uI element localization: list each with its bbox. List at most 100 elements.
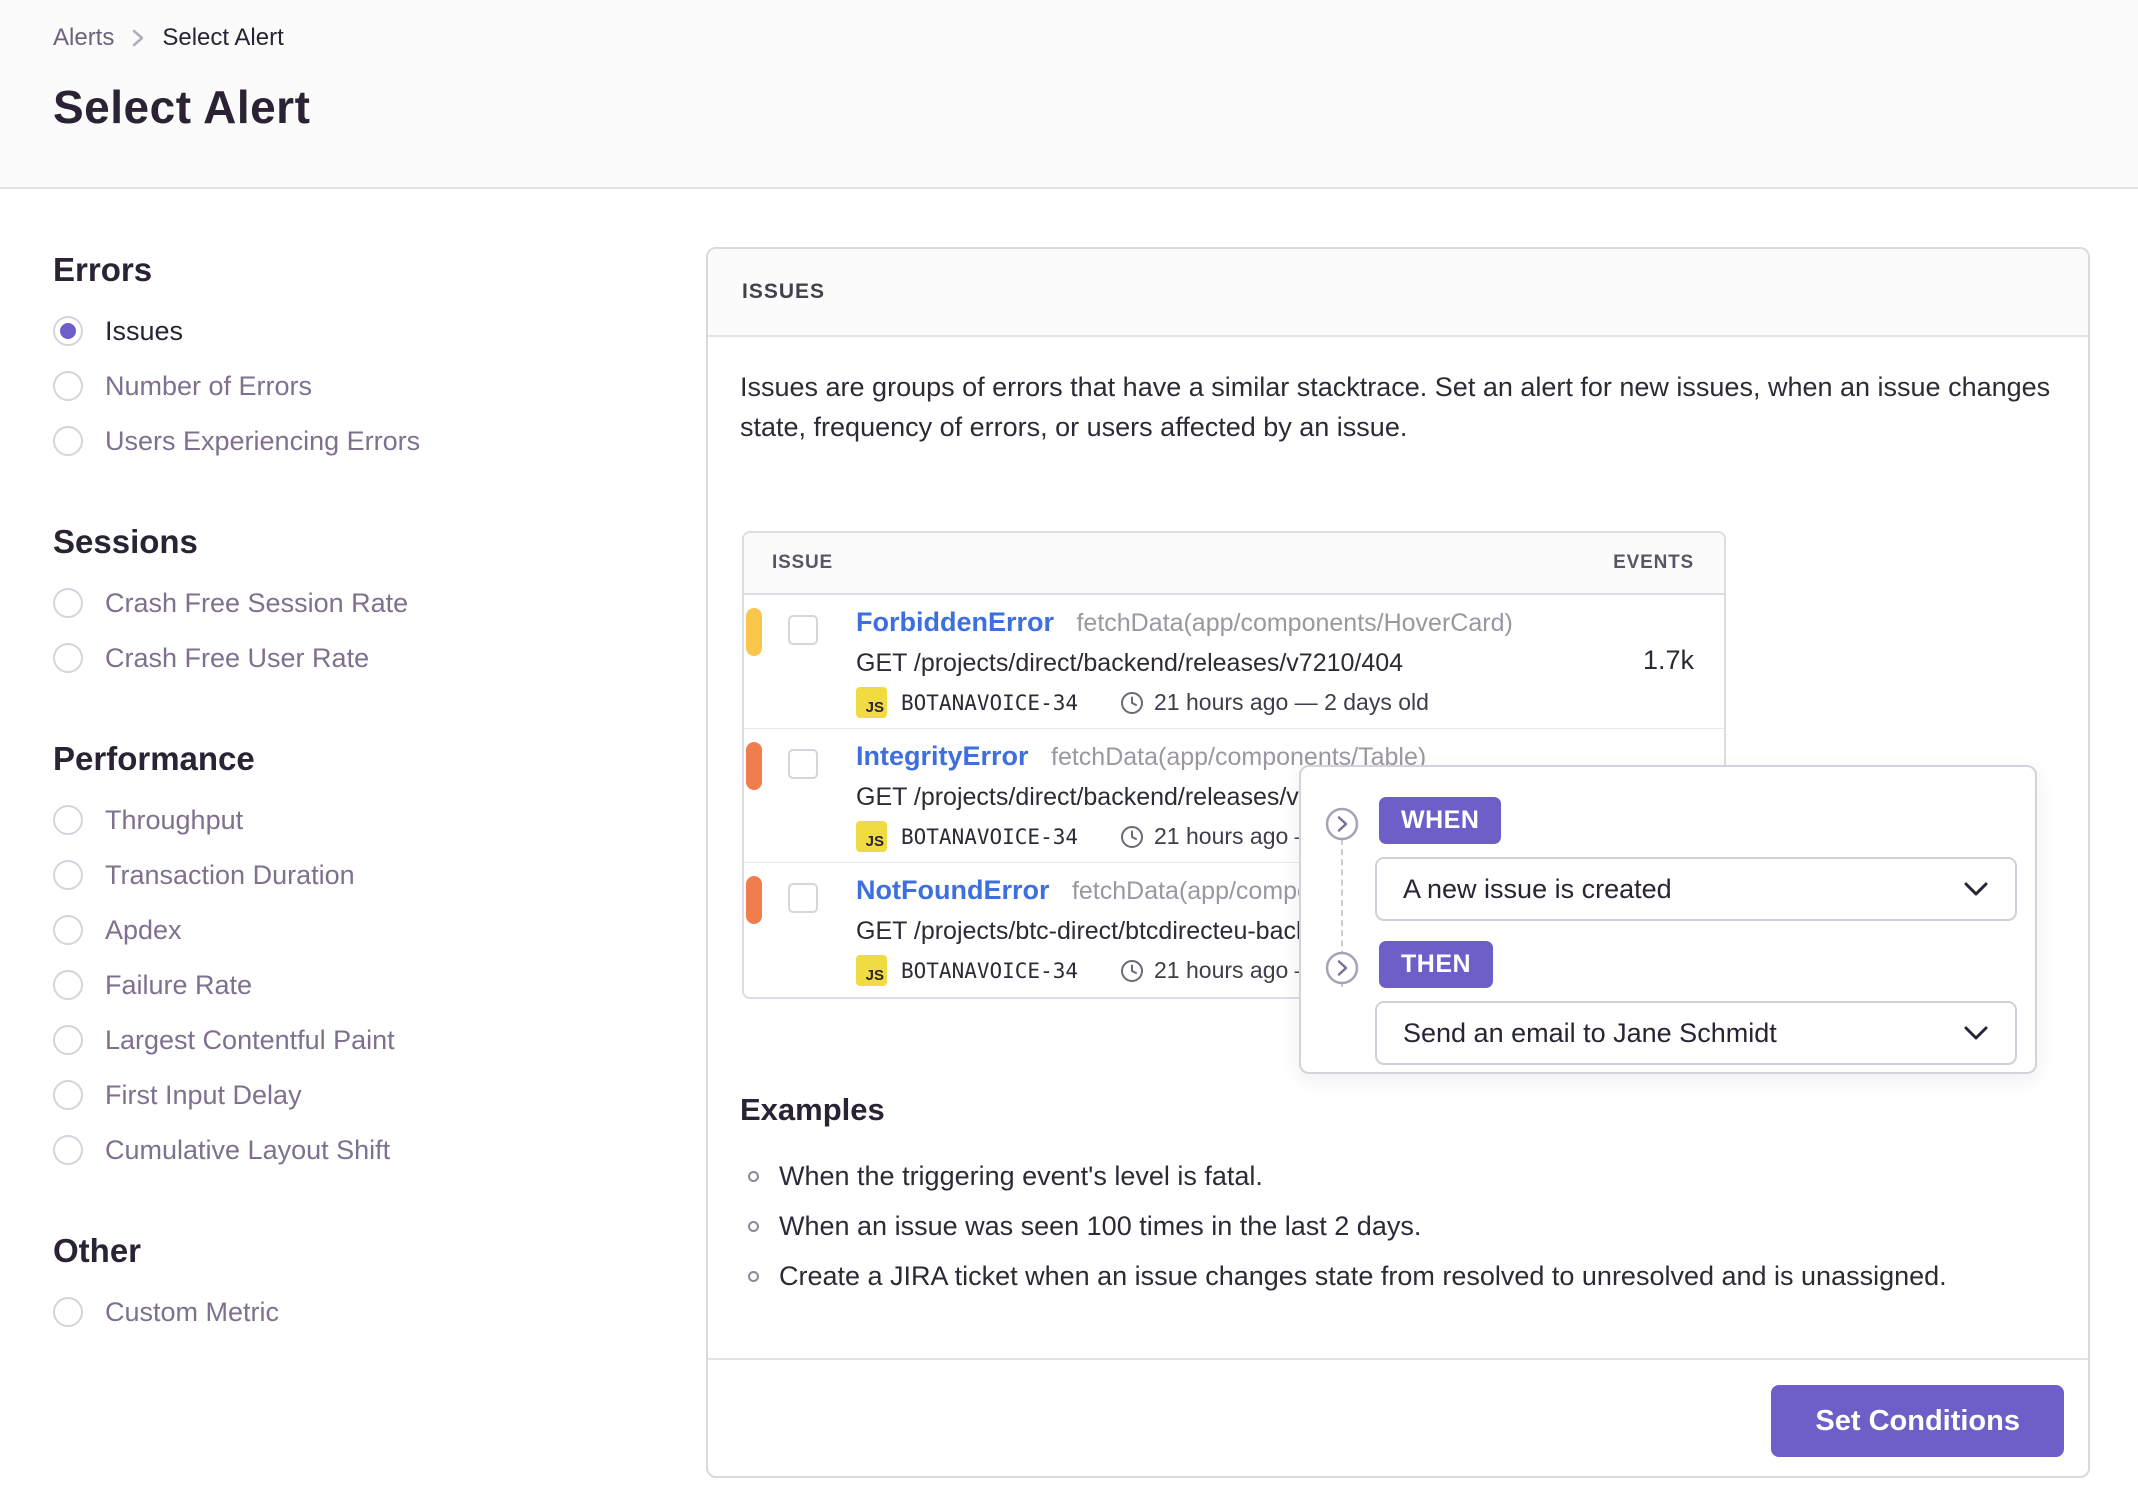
example-item: Create a JIRA ticket when an issue chang… (748, 1251, 1947, 1301)
option-label: Number of Errors (105, 370, 313, 401)
radio-icon[interactable] (53, 915, 83, 945)
option-label: Crash Free Session Rate (105, 587, 409, 618)
option-label: Largest Contentful Paint (105, 1024, 395, 1055)
chevron-right-circle-icon (1325, 951, 1359, 985)
option-label: Cumulative Layout Shift (105, 1134, 391, 1165)
radio-icon[interactable] (53, 970, 83, 1000)
chevron-right-circle-icon (1325, 807, 1359, 841)
option-label: Failure Rate (105, 969, 253, 1000)
issue-checkbox[interactable] (788, 749, 818, 779)
breadcrumb-current: Select Alert (162, 24, 284, 51)
option-label: Users Experiencing Errors (105, 425, 421, 456)
group-errors: Errors Issues Number of Errors Users Exp… (53, 250, 653, 460)
page-header: Alerts Select Alert Select Alert (0, 0, 2138, 189)
radio-option-transaction-duration[interactable]: Transaction Duration (53, 856, 653, 894)
page-title: Select Alert (53, 81, 311, 133)
issue-level-indicator (746, 742, 762, 790)
then-badge: THEN (1379, 941, 1494, 988)
example-text: When an issue was seen 100 times in the … (779, 1210, 1422, 1241)
issue-checkbox[interactable] (788, 883, 818, 913)
alert-type-sidebar: Errors Issues Number of Errors Users Exp… (53, 250, 653, 1393)
panel-footer: Set Conditions (708, 1358, 2088, 1478)
radio-option-largest-contentful-paint[interactable]: Largest Contentful Paint (53, 1021, 653, 1059)
example-text: When the triggering event's level is fat… (779, 1160, 1263, 1191)
issues-panel-header: ISSUES (708, 249, 2088, 337)
radio-icon[interactable] (53, 588, 83, 618)
table-row-forbiddenerror: ForbiddenError fetchData(app/components/… (744, 595, 1724, 729)
issue-title-link[interactable]: NotFoundError (856, 875, 1049, 905)
group-heading-performance: Performance (53, 740, 255, 777)
group-heading-sessions: Sessions (53, 523, 198, 560)
breadcrumb-link-alerts[interactable]: Alerts (53, 24, 114, 52)
option-label: Apdex (105, 914, 182, 945)
issue-culprit: fetchData(app/components/HoverCard) (1076, 609, 1513, 637)
when-badge: WHEN (1379, 797, 1502, 844)
examples-heading: Examples (740, 1092, 885, 1127)
clock-icon (1120, 959, 1144, 983)
issues-table-header: ISSUE EVENTS (744, 533, 1724, 595)
radio-option-apdex[interactable]: Apdex (53, 911, 653, 949)
example-item: When the triggering event's level is fat… (748, 1151, 1947, 1201)
option-label: Issues (105, 315, 184, 346)
issue-level-indicator (746, 608, 762, 656)
issue-title-link[interactable]: ForbiddenError (856, 607, 1054, 637)
example-text: Create a JIRA ticket when an issue chang… (779, 1260, 1947, 1291)
chevron-down-icon (1963, 1025, 1989, 1041)
radio-option-custom-metric[interactable]: Custom Metric (53, 1293, 653, 1331)
radio-icon[interactable] (53, 1297, 83, 1327)
examples-list: When the triggering event's level is fat… (748, 1151, 1947, 1301)
radio-selected-icon[interactable] (53, 316, 83, 346)
example-item: When an issue was seen 100 times in the … (748, 1201, 1947, 1251)
option-label: Crash Free User Rate (105, 642, 370, 673)
radio-option-first-input-delay[interactable]: First Input Delay (53, 1076, 653, 1114)
group-heading-errors: Errors (53, 251, 153, 288)
radio-option-crash-free-user-rate[interactable]: Crash Free User Rate (53, 639, 653, 677)
issues-panel: ISSUES Issues are groups of errors that … (706, 247, 2090, 1478)
issue-title-link[interactable]: IntegrityError (856, 741, 1029, 771)
breadcrumb: Alerts Select Alert (53, 24, 284, 52)
bullet-icon (748, 1270, 759, 1282)
radio-option-cumulative-layout-shift[interactable]: Cumulative Layout Shift (53, 1131, 653, 1169)
radio-icon[interactable] (53, 1135, 83, 1165)
radio-option-failure-rate[interactable]: Failure Rate (53, 966, 653, 1004)
issue-checkbox[interactable] (788, 615, 818, 645)
radio-option-crash-free-session-rate[interactable]: Crash Free Session Rate (53, 584, 653, 622)
issue-short-id: BOTANAVOICE-34 (901, 958, 1079, 983)
when-condition-value: A new issue is created (1403, 873, 1672, 904)
issues-description: Issues are groups of errors that have a … (740, 372, 2051, 442)
radio-icon[interactable] (53, 426, 83, 456)
then-action-select[interactable]: Send an email to Jane Schmidt (1375, 1001, 2017, 1065)
column-header-events: EVENTS (1613, 552, 1694, 573)
group-sessions: Sessions Crash Free Session Rate Crash F… (53, 522, 653, 677)
bullet-icon (748, 1170, 759, 1182)
issue-transaction: GET /projects/direct/backend/releases/v7… (856, 649, 1404, 677)
radio-option-users-experiencing-errors[interactable]: Users Experiencing Errors (53, 422, 653, 460)
group-other: Other Custom Metric (53, 1231, 653, 1331)
radio-icon[interactable] (53, 643, 83, 673)
radio-option-issues[interactable]: Issues (53, 312, 653, 350)
radio-option-number-of-errors[interactable]: Number of Errors (53, 367, 653, 405)
javascript-platform-icon: JS (856, 821, 887, 852)
chevron-down-icon (1963, 881, 1989, 897)
javascript-platform-icon: JS (856, 955, 887, 986)
set-conditions-button[interactable]: Set Conditions (1771, 1385, 2064, 1457)
clock-icon (1120, 691, 1144, 715)
option-label: Custom Metric (105, 1296, 280, 1327)
option-label: Transaction Duration (105, 859, 355, 890)
column-header-issue: ISSUE (772, 552, 834, 573)
issue-short-id: BOTANAVOICE-34 (901, 824, 1079, 849)
radio-icon[interactable] (53, 805, 83, 835)
radio-icon[interactable] (53, 860, 83, 890)
radio-icon[interactable] (53, 1080, 83, 1110)
radio-icon[interactable] (53, 371, 83, 401)
chevron-right-icon (130, 27, 146, 49)
issue-short-id: BOTANAVOICE-34 (901, 690, 1079, 715)
bullet-icon (748, 1220, 759, 1232)
clock-icon (1120, 825, 1144, 849)
radio-option-throughput[interactable]: Throughput (53, 801, 653, 839)
panel-title: ISSUES (742, 280, 826, 303)
when-condition-select[interactable]: A new issue is created (1375, 857, 2017, 921)
then-action-value: Send an email to Jane Schmidt (1403, 1017, 1777, 1048)
group-performance: Performance Throughput Transaction Durat… (53, 739, 653, 1169)
radio-icon[interactable] (53, 1025, 83, 1055)
